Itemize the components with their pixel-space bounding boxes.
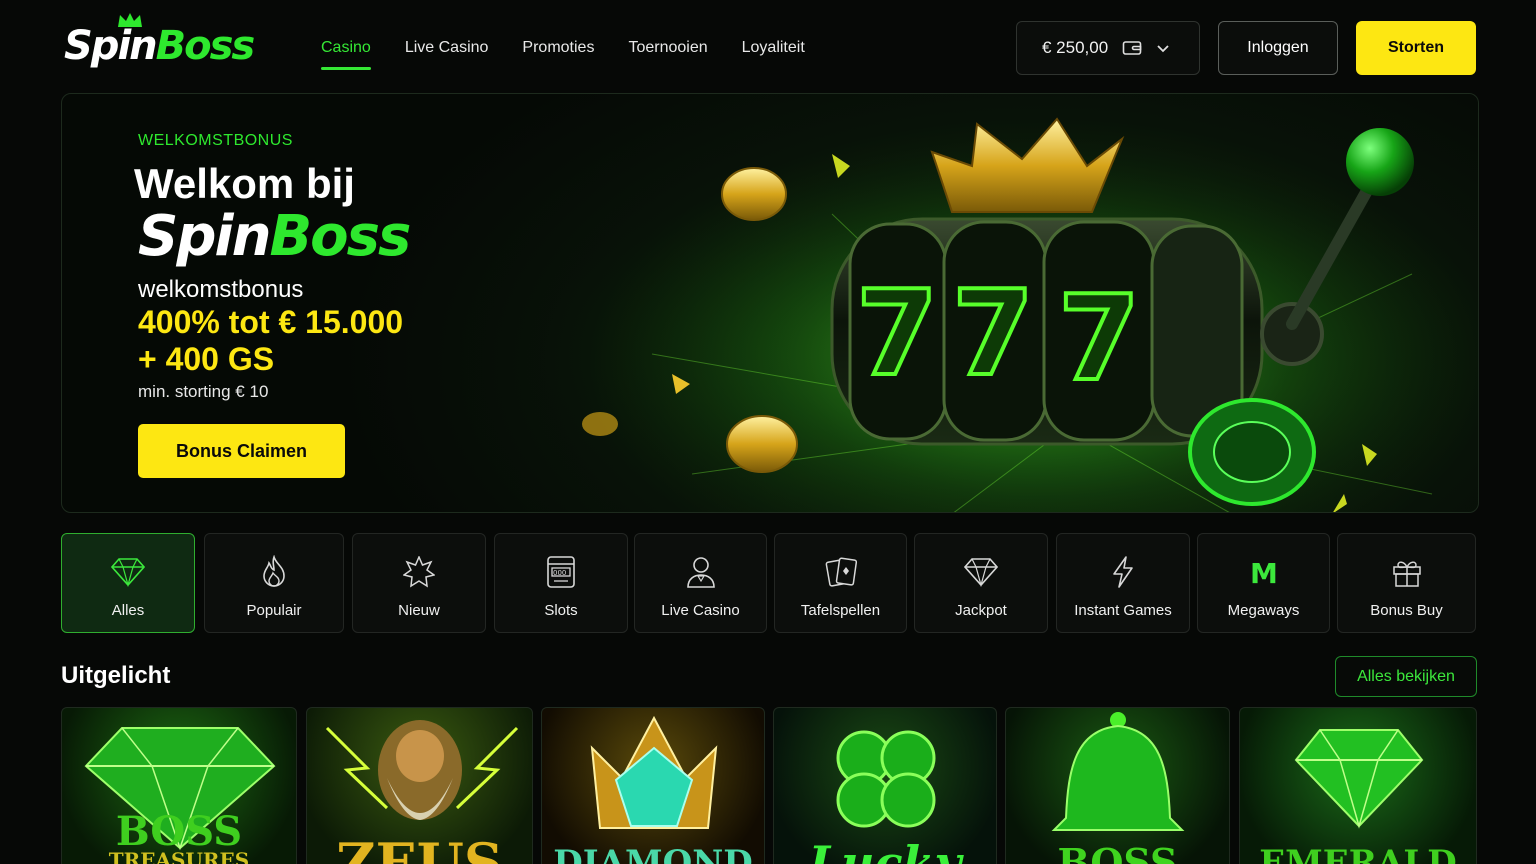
category-label: Jackpot: [955, 602, 1007, 619]
deposit-button[interactable]: Storten: [1356, 21, 1476, 75]
game-title-sub: TREASURES: [108, 848, 250, 864]
logo-spin-text: Spin: [64, 23, 158, 69]
emerald-diamond-icon: [1294, 729, 1424, 829]
crowned-gem-icon: [590, 715, 718, 829]
category-instant-games[interactable]: Instant Games: [1056, 533, 1190, 633]
nav-promoties[interactable]: Promoties: [522, 30, 594, 70]
category-label: Nieuw: [398, 602, 440, 619]
game-card[interactable]: DIAMOND: [541, 707, 765, 864]
category-label: Live Casino: [661, 602, 740, 619]
svg-text:7: 7: [952, 264, 1034, 402]
svg-text:7: 7: [856, 264, 938, 402]
hero-min-deposit: min. storting € 10: [138, 382, 269, 401]
category-label: Bonus Buy: [1370, 602, 1443, 619]
game-card[interactable]: ZEUS: [306, 707, 533, 864]
hero-brand: SpinBoss: [138, 204, 411, 269]
category-label: Slots: [544, 602, 578, 619]
nav-live-casino[interactable]: Live Casino: [405, 30, 489, 70]
welcome-bonus-banner: 7 7 7 WELKOMSTBONUS Welkom bij SpinBoss …: [61, 93, 1479, 513]
game-title-main: BOSS: [115, 808, 243, 855]
game-title: Lucky: [808, 836, 962, 864]
game-title: DIAMOND: [553, 843, 753, 864]
login-button[interactable]: Inloggen: [1218, 21, 1338, 75]
top-header: SpinBoss Casino Live Casino Promoties To…: [0, 0, 1536, 94]
category-label: Instant Games: [1074, 602, 1172, 619]
hero-subtitle: welkomstbonus: [138, 276, 304, 303]
category-label: Megaways: [1227, 602, 1300, 619]
slot-machine-illustration: 7 7 7: [532, 94, 1478, 512]
game-card[interactable]: Lucky: [773, 707, 997, 864]
hero-offer-amount: 400% tot € 15.000: [138, 304, 404, 340]
category-label: Alles: [111, 602, 145, 619]
game-title: ZEUS: [336, 831, 503, 864]
category-jackpot[interactable]: Jackpot: [914, 533, 1048, 633]
svg-text:M: M: [1250, 558, 1278, 586]
gift-icon: [1389, 554, 1425, 590]
hero-brand-spin: Spin: [138, 204, 271, 269]
category-alles[interactable]: Alles: [61, 533, 195, 633]
view-all-button[interactable]: Alles bekijken: [1335, 656, 1477, 697]
game-title: BOSS TREASURES: [62, 812, 296, 864]
game-title: EMERALD: [1259, 843, 1457, 864]
chevron-down-icon: [1157, 45, 1169, 53]
crown-icon: [118, 13, 142, 27]
diamond-icon: [963, 554, 999, 590]
category-tafelspellen[interactable]: Tafelspellen: [774, 533, 907, 633]
featured-games-row: BOSS TREASURES ZEUS DIAMOND Lucky BOSS E…: [61, 707, 1479, 864]
bonus-eyebrow: WELKOMSTBONUS: [138, 132, 293, 149]
balance-dropdown[interactable]: € 250,00: [1016, 21, 1200, 75]
category-label: Tafelspellen: [800, 602, 881, 619]
nav-toernooien[interactable]: Toernooien: [628, 30, 707, 70]
hero-offer-spins: + 400 GS: [138, 341, 275, 377]
star-burst-icon: [401, 554, 437, 590]
category-populair[interactable]: Populair: [204, 533, 344, 633]
logo-boss-text: Boss: [155, 23, 256, 69]
cards-icon: [823, 554, 859, 590]
balance-amount: € 250,00: [1042, 38, 1109, 57]
claim-bonus-button[interactable]: Bonus Claimen: [138, 424, 345, 478]
game-card[interactable]: BOSS TREASURES: [61, 707, 297, 864]
category-filter-bar: Alles Populair Nieuw 000 Slots Live Casi…: [61, 533, 1476, 633]
slot-machine-icon: 000: [543, 554, 579, 590]
game-card[interactable]: EMERALD: [1239, 707, 1477, 864]
nav-loyaliteit[interactable]: Loyaliteit: [742, 30, 805, 70]
category-nieuw[interactable]: Nieuw: [352, 533, 486, 633]
category-megaways[interactable]: M Megaways: [1197, 533, 1330, 633]
wallet-icon: [1122, 41, 1142, 55]
category-live-casino[interactable]: Live Casino: [634, 533, 767, 633]
category-label: Populair: [246, 602, 302, 619]
nav-casino[interactable]: Casino: [321, 30, 371, 70]
game-card[interactable]: BOSS: [1005, 707, 1230, 864]
game-title: BOSS: [1057, 840, 1178, 864]
spinboss-logo[interactable]: SpinBoss: [64, 13, 256, 74]
featured-section-title: Uitgelicht: [61, 662, 171, 689]
dealer-icon: [683, 554, 719, 590]
megaways-m-icon: M: [1246, 554, 1282, 590]
main-nav: Casino Live Casino Promoties Toernooien …: [321, 30, 839, 70]
svg-text:000: 000: [553, 569, 566, 577]
hero-title: Welkom bij: [134, 160, 355, 207]
flame-icon: [256, 554, 292, 590]
hero-brand-boss: Boss: [269, 204, 411, 269]
category-slots[interactable]: 000 Slots: [494, 533, 628, 633]
diamond-icon: [110, 554, 146, 590]
category-bonus-buy[interactable]: Bonus Buy: [1337, 533, 1476, 633]
lightning-icon: [1105, 554, 1141, 590]
svg-text:7: 7: [1058, 269, 1140, 407]
